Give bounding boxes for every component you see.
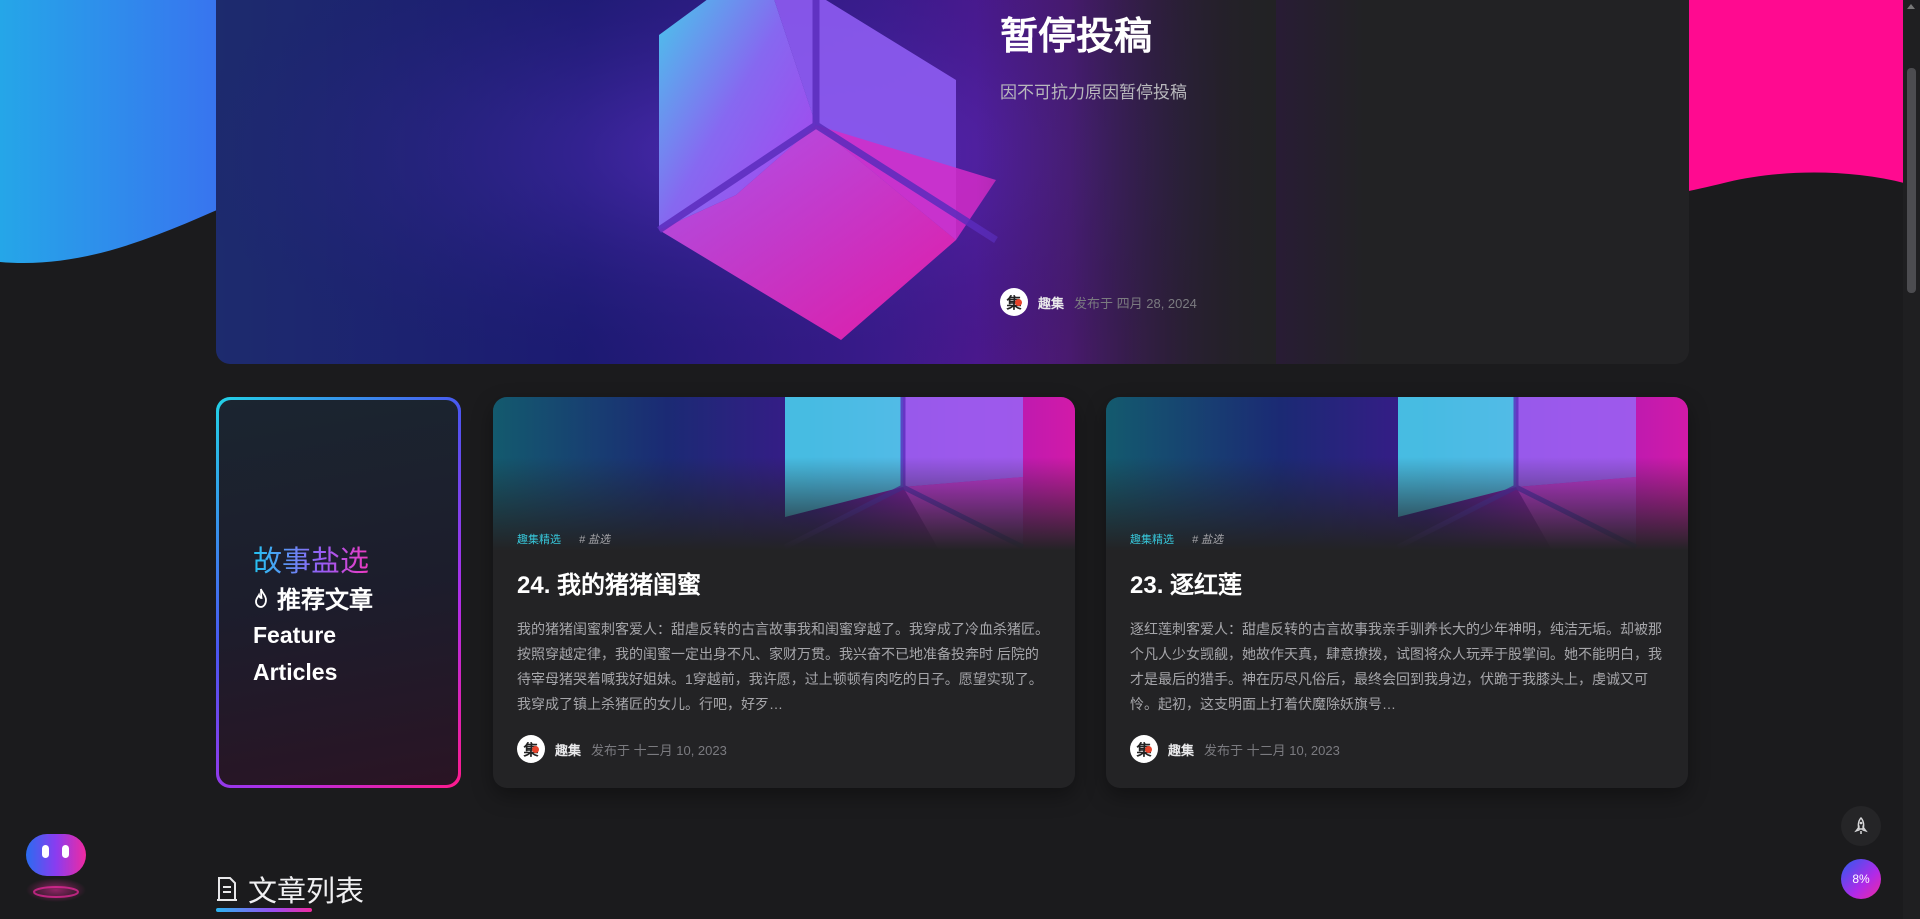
card-tags: 趣集精选 # 盐选	[1130, 531, 1223, 547]
card-excerpt: 逐红莲刺客爱人：甜虐反转的古言故事我亲手驯养长大的少年神明，纯洁无垢。却被那个凡…	[1130, 621, 1662, 712]
card-meta: 集 趣集 发布于 十二月 10, 2023	[517, 735, 727, 763]
card-tags: 趣集精选 # 盐选	[517, 531, 610, 547]
article-list-header: 文章列表	[216, 868, 364, 910]
section-underline	[216, 908, 312, 912]
flame-icon	[255, 588, 267, 608]
hero-subtitle: 因不可抗力原因暂停投稿	[1000, 83, 1187, 102]
author-name[interactable]: 趣集	[555, 740, 581, 759]
feature-english-label: Feature Articles	[253, 622, 338, 685]
document-list-icon	[217, 877, 237, 901]
card-meta: 集 趣集 发布于 十二月 10, 2023	[1130, 735, 1340, 763]
scroll-up-arrow-icon[interactable]	[1907, 4, 1915, 9]
publish-date: 发布于 十二月 10, 2023	[1204, 742, 1340, 758]
feature-articles-panel: 故事盐选 推荐文章 Feature Articles	[216, 397, 461, 788]
feature-hot-label: 推荐文章	[253, 580, 373, 615]
article-list-title: 文章列表	[248, 876, 365, 908]
hero-title[interactable]: 暂停投稿	[1000, 5, 1152, 60]
author-name[interactable]: 趣集	[1168, 740, 1194, 759]
category-tag[interactable]: 趣集精选	[517, 531, 561, 547]
feature-kicker: 故事盐选	[253, 538, 369, 580]
hash-tag[interactable]: # 盐选	[1192, 531, 1223, 547]
publish-date: 发布于 四月 28, 2024	[1074, 295, 1197, 311]
hero-meta: 集 趣集 发布于 四月 28, 2024	[1000, 288, 1197, 316]
page-scrollbar[interactable]	[1903, 0, 1920, 919]
hero-banner[interactable]: 暂停投稿 因不可抗力原因暂停投稿 集 趣集 发布于 四月 28, 2024	[216, 0, 1689, 364]
rocket-icon	[1854, 817, 1868, 834]
article-card[interactable]: 趣集精选 # 盐选 23. 逐红莲 逐红莲刺客爱人：甜虐反转的古言故事我亲手驯养…	[1106, 397, 1688, 788]
publish-date: 发布于 十二月 10, 2023	[591, 742, 727, 758]
author-avatar[interactable]: 集	[517, 735, 545, 763]
mascot-robot-icon[interactable]	[24, 832, 88, 904]
scrollbar-thumb[interactable]	[1907, 68, 1916, 293]
card-title[interactable]: 23. 逐红莲	[1130, 565, 1242, 600]
author-avatar[interactable]: 集	[1130, 735, 1158, 763]
back-to-top-button[interactable]	[1841, 806, 1881, 846]
reading-progress-button[interactable]: 8%	[1841, 859, 1881, 899]
reading-progress-value: 8%	[1852, 872, 1870, 886]
category-tag[interactable]: 趣集精选	[1130, 531, 1174, 547]
hash-tag[interactable]: # 盐选	[579, 531, 610, 547]
background-wave-right	[1668, 0, 1908, 194]
author-name[interactable]: 趣集	[1038, 293, 1064, 312]
card-title[interactable]: 24. 我的猪猪闺蜜	[517, 565, 701, 600]
background-wave-left	[0, 0, 240, 264]
author-avatar[interactable]: 集	[1000, 288, 1028, 316]
card-excerpt: 我的猪猪闺蜜刺客爱人：甜虐反转的古言故事我和闺蜜穿越了。我穿成了冷血杀猪匠。按照…	[517, 621, 1049, 712]
article-card[interactable]: 趣集精选 # 盐选 24. 我的猪猪闺蜜 我的猪猪闺蜜刺客爱人：甜虐反转的古言故…	[493, 397, 1075, 788]
